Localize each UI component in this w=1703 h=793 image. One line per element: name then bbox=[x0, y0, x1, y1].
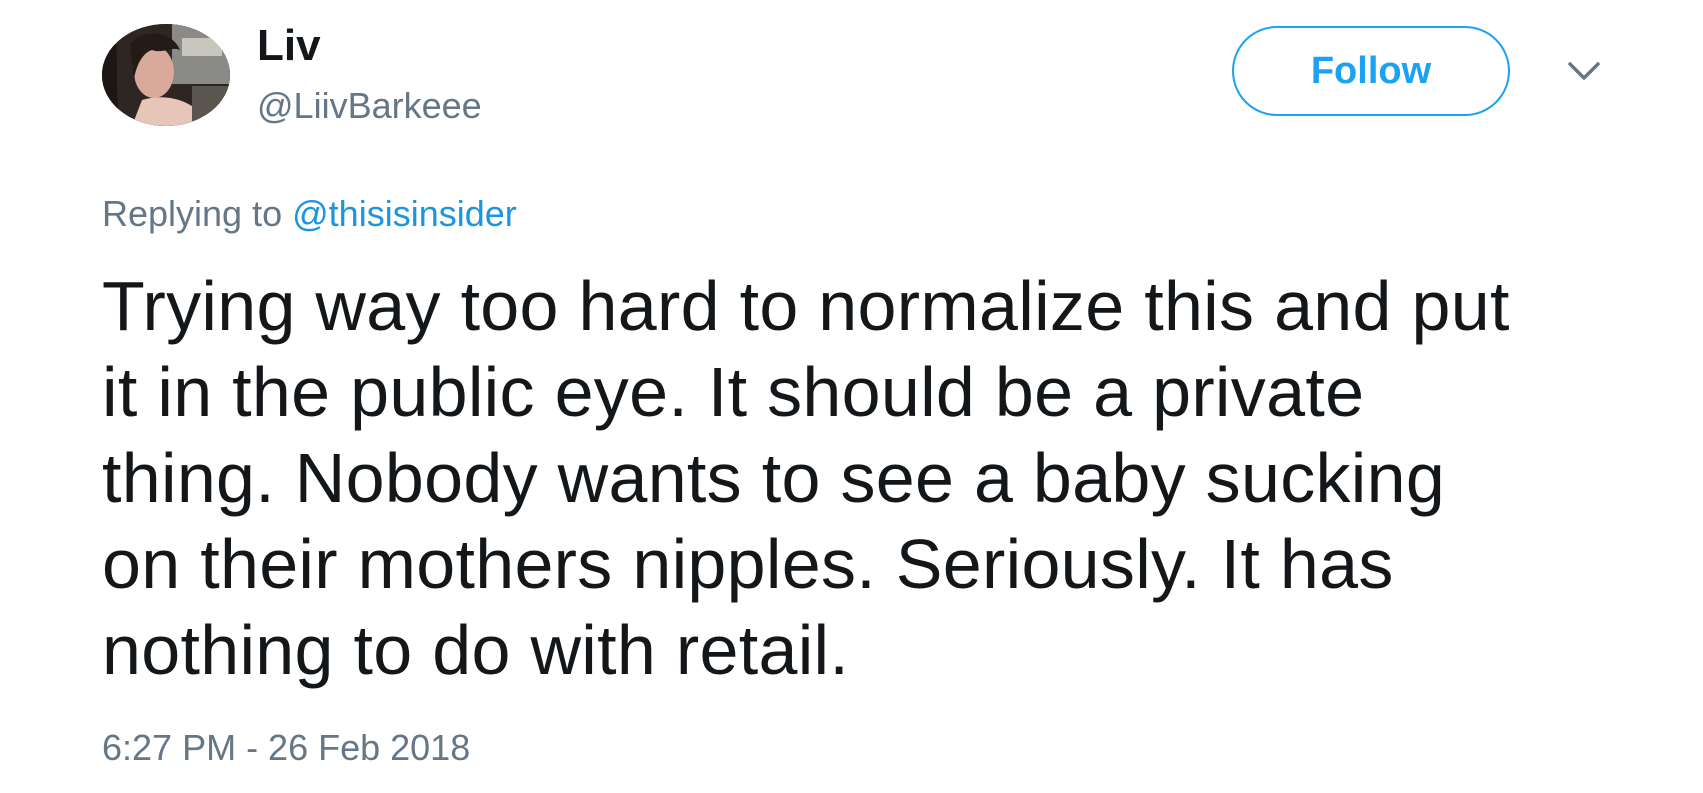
chevron-down-icon[interactable] bbox=[1564, 56, 1604, 86]
avatar[interactable] bbox=[102, 24, 230, 126]
avatar-photo bbox=[102, 24, 230, 126]
tweet-card: Liv @LiivBarkeee Follow Replying to @thi… bbox=[0, 0, 1703, 793]
display-name[interactable]: Liv bbox=[257, 18, 321, 74]
tweet-text: Trying way too hard to normalize this an… bbox=[102, 267, 1510, 689]
user-handle[interactable]: @LiivBarkeee bbox=[257, 82, 482, 130]
follow-button[interactable]: Follow bbox=[1232, 26, 1510, 116]
tweet-timestamp[interactable]: 6:27 PM - 26 Feb 2018 bbox=[102, 724, 470, 772]
reply-mention-link[interactable]: @thisisinsider bbox=[292, 193, 517, 234]
replying-to-label: Replying to bbox=[102, 193, 283, 234]
replying-to-line: Replying to @thisisinsider bbox=[102, 190, 517, 238]
